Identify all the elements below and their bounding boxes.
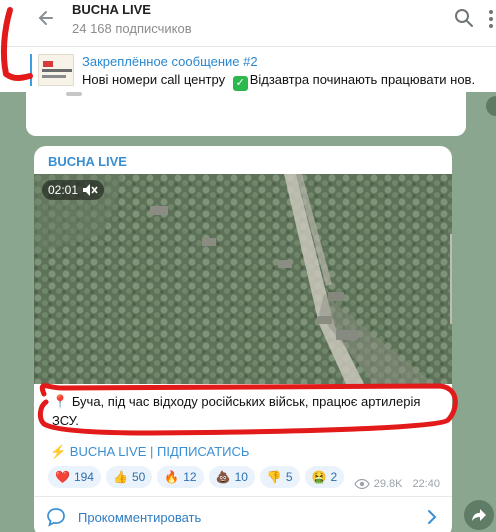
comments-label: Прокомментировать bbox=[78, 510, 202, 525]
previous-message-fragment bbox=[66, 92, 82, 96]
reactions-bar: ❤️ 194 👍 50 🔥 12 💩 10 👎 5 🤮 2 bbox=[48, 466, 345, 488]
reaction-heart[interactable]: ❤️ 194 bbox=[48, 466, 101, 488]
reaction-fire[interactable]: 🔥 12 bbox=[157, 466, 204, 488]
chat-header: BUCHA LIVE 24 168 подписчиков bbox=[0, 0, 496, 46]
share-arrow-icon bbox=[472, 509, 486, 521]
caption-text: Буча, під час відходу російських військ,… bbox=[52, 394, 421, 428]
thumbs-up-icon: 👍 bbox=[112, 470, 128, 484]
poop-icon: 💩 bbox=[215, 470, 231, 484]
subscriber-count: 24 168 подписчиков bbox=[72, 21, 192, 36]
pinned-indicator bbox=[30, 54, 32, 86]
reaction-thumbs-down[interactable]: 👎 5 bbox=[259, 466, 300, 488]
video-player[interactable]: 02:01 bbox=[34, 174, 452, 384]
search-icon[interactable] bbox=[454, 8, 474, 28]
reaction-count: 10 bbox=[234, 470, 248, 484]
comment-bubble-icon bbox=[47, 508, 65, 527]
check-mark-icon: ✓ bbox=[232, 76, 248, 91]
previous-message bbox=[26, 92, 466, 136]
pinned-message-bar[interactable]: Закреплённое сообщение #2 Нові номери ca… bbox=[0, 46, 496, 92]
pinned-thumbnail bbox=[38, 54, 74, 86]
message-caption: 📍 Буча, під час відходу російських війсь… bbox=[52, 392, 442, 430]
reaction-count: 5 bbox=[285, 470, 293, 484]
reaction-thumbs-up[interactable]: 👍 50 bbox=[105, 466, 153, 488]
reaction-count: 50 bbox=[131, 470, 146, 484]
heart-icon: ❤️ bbox=[55, 470, 70, 484]
message-time: 22:40 bbox=[412, 478, 440, 490]
message-bubble: BUCHA LIVE 02:01 📍 Буча, під час відходу… bbox=[34, 146, 452, 532]
reaction-count: 12 bbox=[183, 470, 197, 484]
comments-button[interactable]: Прокомментировать bbox=[34, 496, 452, 532]
reaction-vomit[interactable]: 🤮 2 bbox=[304, 466, 345, 488]
eye-icon bbox=[354, 479, 370, 489]
reaction-count: 2 bbox=[330, 470, 338, 484]
share-button[interactable] bbox=[464, 500, 494, 530]
message-meta: 29.8K 22:40 bbox=[354, 478, 440, 490]
vomit-face-icon: 🤮 bbox=[311, 470, 327, 484]
message-channel-name[interactable]: BUCHA LIVE bbox=[48, 154, 127, 169]
scroll-control[interactable] bbox=[486, 96, 496, 116]
fire-icon: 🔥 bbox=[164, 470, 180, 484]
video-duration-badge: 02:01 bbox=[42, 180, 105, 200]
subscribe-link[interactable]: ⚡ BUCHA LIVE | ПІДПИСАТИСЬ bbox=[50, 444, 249, 460]
reaction-count: 194 bbox=[73, 470, 94, 484]
pin-location-icon: 📍 bbox=[52, 394, 69, 409]
video-duration: 02:01 bbox=[48, 183, 79, 197]
muted-speaker-icon[interactable] bbox=[82, 183, 98, 197]
video-frame bbox=[34, 174, 452, 384]
pinned-text-part1: Нові номери call центру bbox=[82, 72, 226, 87]
thumbs-down-icon: 👎 bbox=[266, 470, 282, 484]
pinned-text-part2: Відзавтра починають працювати нов. bbox=[249, 72, 476, 87]
pinned-text: Нові номери call центру ✓ Відзавтра почин… bbox=[82, 72, 496, 91]
more-vert-icon[interactable] bbox=[486, 8, 496, 30]
arrow-left-icon[interactable] bbox=[36, 8, 56, 28]
channel-title[interactable]: BUCHA LIVE bbox=[72, 2, 151, 17]
pinned-title: Закреплённое сообщение #2 bbox=[82, 54, 258, 69]
chevron-right-icon bbox=[428, 510, 437, 524]
view-count: 29.8K bbox=[373, 478, 403, 490]
reaction-poop[interactable]: 💩 10 bbox=[208, 466, 255, 488]
